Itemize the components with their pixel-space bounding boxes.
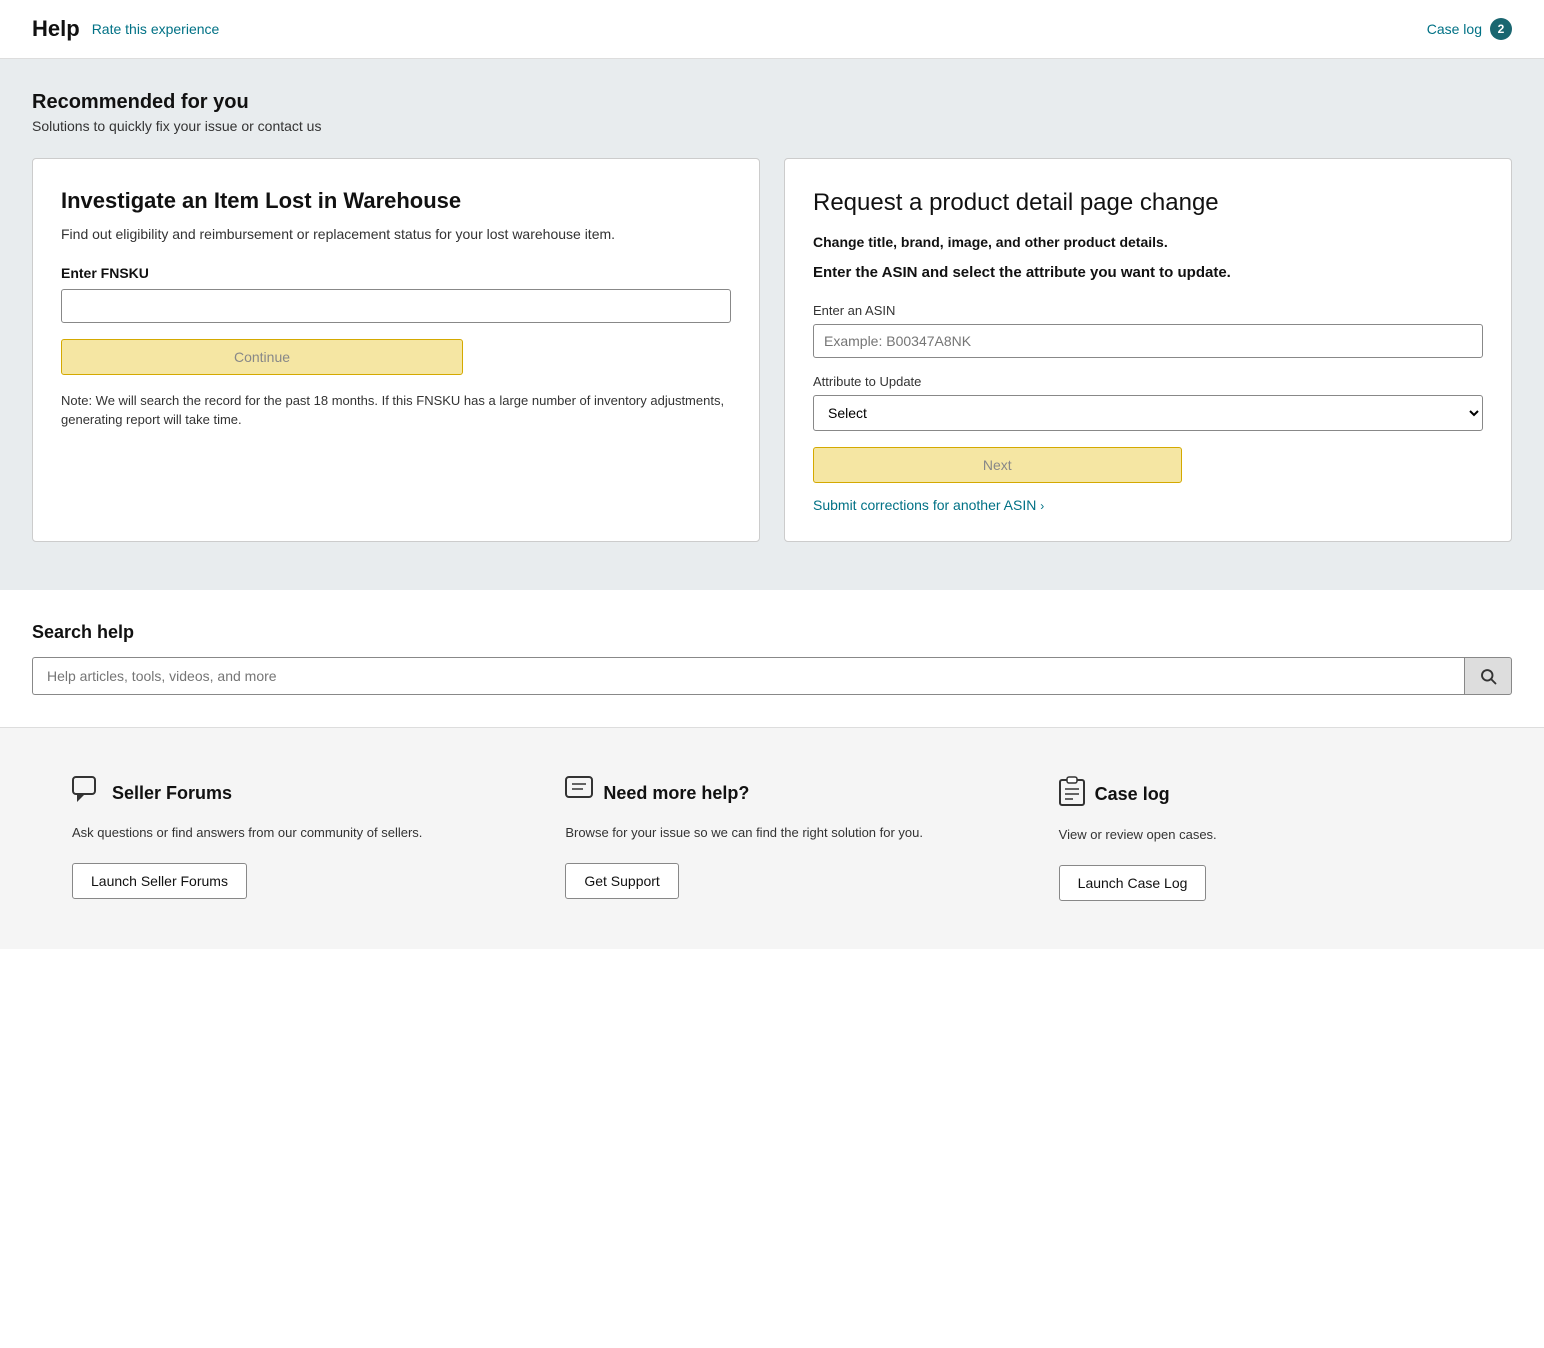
seller-forums-header: Seller Forums (72, 776, 232, 811)
cards-row: Investigate an Item Lost in Warehouse Fi… (32, 158, 1512, 542)
asin-input[interactable] (813, 324, 1483, 358)
case-log-badge: 2 (1490, 18, 1512, 40)
recommended-title: Recommended for you (32, 91, 1512, 114)
get-support-button[interactable]: Get Support (565, 863, 679, 899)
need-help-header: Need more help? (565, 776, 749, 811)
chat-icon (72, 776, 102, 804)
submit-another-chevron: › (1040, 499, 1044, 513)
launch-seller-forums-button[interactable]: Launch Seller Forums (72, 863, 247, 899)
header-left: Help Rate this experience (32, 16, 219, 42)
case-log-footer-title: Case log (1095, 784, 1170, 805)
clipboard-icon (1059, 776, 1085, 806)
product-detail-title: Request a product detail page change (813, 187, 1483, 218)
footer-cols: Seller Forums Ask questions or find answ… (32, 776, 1512, 901)
case-log-header-link[interactable]: Case log (1427, 21, 1482, 37)
need-help-desc: Browse for your issue so we can find the… (565, 823, 923, 843)
asin-label: Enter an ASIN (813, 303, 1483, 318)
recommended-subtitle: Solutions to quickly fix your issue or c… (32, 118, 1512, 134)
search-section: Search help (0, 590, 1544, 728)
recommended-section: Recommended for you Solutions to quickly… (0, 59, 1544, 590)
rate-experience-link[interactable]: Rate this experience (92, 21, 220, 37)
case-log-footer-icon (1059, 776, 1085, 813)
footer-col-need-help: Need more help? Browse for your issue so… (525, 776, 1018, 901)
footer-section: Seller Forums Ask questions or find answ… (0, 728, 1544, 949)
lost-warehouse-card: Investigate an Item Lost in Warehouse Fi… (32, 158, 760, 542)
seller-forums-icon (72, 776, 102, 811)
need-help-title: Need more help? (603, 783, 749, 804)
product-detail-instructions: Enter the ASIN and select the attribute … (813, 262, 1483, 283)
search-button[interactable] (1464, 657, 1512, 695)
continue-button[interactable]: Continue (61, 339, 463, 375)
lost-warehouse-subtitle: Find out eligibility and reimbursement o… (61, 224, 731, 245)
fnsku-label: Enter FNSKU (61, 265, 731, 281)
search-bar-row (32, 657, 1512, 695)
help-title: Help (32, 16, 80, 42)
header-right: Case log 2 (1427, 18, 1512, 40)
next-button[interactable]: Next (813, 447, 1182, 483)
need-help-icon (565, 776, 593, 811)
footer-col-case-log: Case log View or review open cases. Laun… (1019, 776, 1512, 901)
submit-another-link[interactable]: Submit corrections for another ASIN › (813, 497, 1044, 513)
footer-col-seller-forums: Seller Forums Ask questions or find answ… (32, 776, 525, 901)
product-detail-card: Request a product detail page change Cha… (784, 158, 1512, 542)
seller-forums-desc: Ask questions or find answers from our c… (72, 823, 422, 843)
search-input[interactable] (32, 657, 1464, 695)
lost-warehouse-title: Investigate an Item Lost in Warehouse (61, 187, 731, 216)
case-log-footer-desc: View or review open cases. (1059, 825, 1217, 845)
case-log-footer-header: Case log (1059, 776, 1170, 813)
product-detail-bold-line: Change title, brand, image, and other pr… (813, 234, 1483, 250)
search-title: Search help (32, 622, 1512, 643)
fnsku-note: Note: We will search the record for the … (61, 391, 731, 430)
search-icon (1479, 667, 1497, 685)
attribute-label: Attribute to Update (813, 374, 1483, 389)
launch-case-log-button[interactable]: Launch Case Log (1059, 865, 1207, 901)
attribute-select[interactable]: Select Title Brand Image Description Bul… (813, 395, 1483, 431)
message-icon (565, 776, 593, 804)
seller-forums-title: Seller Forums (112, 783, 232, 804)
fnsku-input[interactable] (61, 289, 731, 323)
header: Help Rate this experience Case log 2 (0, 0, 1544, 59)
